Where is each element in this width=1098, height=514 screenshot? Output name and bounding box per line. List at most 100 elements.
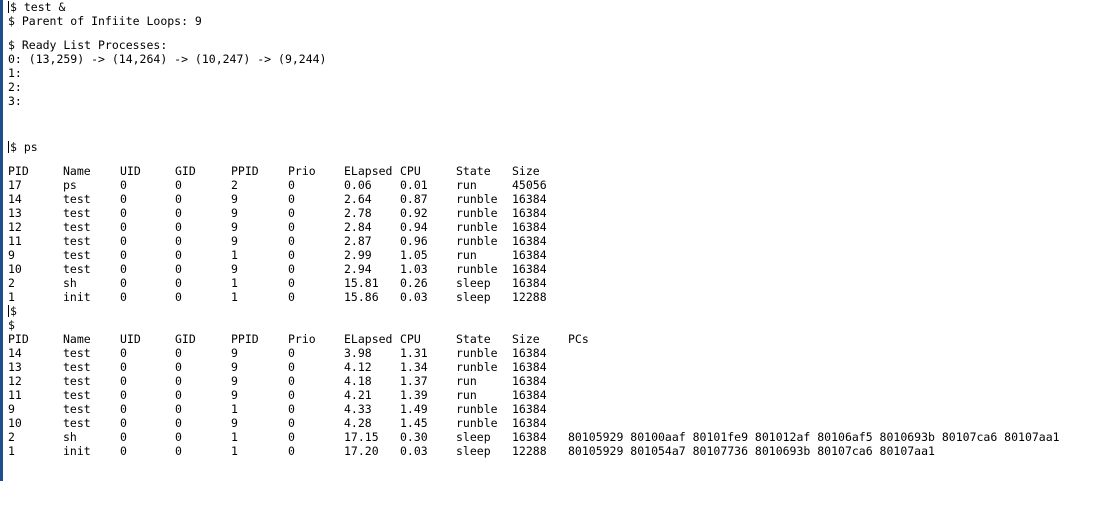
cell-elapsed: 4.21 bbox=[344, 388, 372, 402]
cell-cpu: 1.05 bbox=[400, 248, 428, 262]
col-gid: GID bbox=[175, 164, 196, 178]
cell-name: test bbox=[63, 234, 91, 248]
cell-ppid: 9 bbox=[231, 388, 238, 402]
cursor bbox=[8, 1, 9, 13]
table-row: 2 sh 0 0 1 0 17.15 0.30 sleep 16384 80105929 80100… bbox=[8, 430, 1098, 444]
cell-cpu: 1.31 bbox=[400, 346, 428, 360]
cell-gid: 0 bbox=[175, 290, 182, 304]
table-row: 1 init 0 0 1 0 15.86 0.03 sleep 12288 bbox=[8, 290, 1098, 304]
cell-pcs: 80105929 801054a7 80107736 8010693b 8010… bbox=[568, 444, 935, 458]
cell-pid: 12 bbox=[8, 374, 22, 388]
cell-cpu: 1.45 bbox=[400, 416, 428, 430]
process-table-1: PID Name UID GID PPID Prio ELapsed CPU S… bbox=[8, 164, 1098, 304]
cell-state: runble bbox=[456, 220, 498, 234]
cell-elapsed: 17.15 bbox=[344, 430, 379, 444]
cell-state: runble bbox=[456, 192, 498, 206]
cell-size: 16384 bbox=[512, 430, 547, 444]
cell-cpu: 1.49 bbox=[400, 402, 428, 416]
cell-name: test bbox=[63, 262, 91, 276]
cell-gid: 0 bbox=[175, 234, 182, 248]
table-row: 9 test 0 0 1 0 4.33 1.49 runble 16384 bbox=[8, 402, 1098, 416]
ps-command-line: $ ps bbox=[8, 140, 1098, 154]
cell-elapsed: 15.86 bbox=[344, 290, 379, 304]
col-elapsed: ELapsed bbox=[344, 332, 393, 346]
cell-size: 16384 bbox=[512, 346, 547, 360]
cell-gid: 0 bbox=[175, 388, 182, 402]
cell-size: 12288 bbox=[512, 290, 547, 304]
cell-cpu: 0.92 bbox=[400, 206, 428, 220]
col-ppid: PPID bbox=[231, 332, 259, 346]
cell-ppid: 9 bbox=[231, 262, 238, 276]
col-ppid: PPID bbox=[231, 164, 259, 178]
table-header: PID Name UID GID PPID Prio ELapsed CPU S… bbox=[8, 164, 1098, 178]
cell-pid: 10 bbox=[8, 262, 22, 276]
cell-gid: 0 bbox=[175, 430, 182, 444]
cell-ppid: 9 bbox=[231, 346, 238, 360]
cell-size: 16384 bbox=[512, 388, 547, 402]
cell-prio: 0 bbox=[288, 262, 295, 276]
table-row: 14 test 0 0 9 0 3.98 1.31 runble 16384 bbox=[8, 346, 1098, 360]
cell-pid: 9 bbox=[8, 248, 15, 262]
cell-pid: 11 bbox=[8, 234, 22, 248]
col-state: State bbox=[456, 164, 491, 178]
cell-uid: 0 bbox=[120, 430, 127, 444]
col-size: Size bbox=[512, 332, 540, 346]
cell-prio: 0 bbox=[288, 206, 295, 220]
cell-elapsed: 15.81 bbox=[344, 276, 379, 290]
cell-cpu: 1.37 bbox=[400, 374, 428, 388]
cell-uid: 0 bbox=[120, 248, 127, 262]
cell-size: 12288 bbox=[512, 444, 547, 458]
cell-ppid: 9 bbox=[231, 374, 238, 388]
ready-queue-3: 3: bbox=[8, 94, 22, 108]
table-row: 1 init 0 0 1 0 17.20 0.03 sleep 12288 80105929 801… bbox=[8, 444, 1098, 458]
cell-elapsed: 2.84 bbox=[344, 220, 372, 234]
cell-size: 16384 bbox=[512, 416, 547, 430]
cell-ppid: 9 bbox=[231, 220, 238, 234]
cursor bbox=[8, 141, 9, 153]
cell-size: 16384 bbox=[512, 220, 547, 234]
cell-prio: 0 bbox=[288, 388, 295, 402]
cell-cpu: 0.26 bbox=[400, 276, 428, 290]
cell-name: init bbox=[63, 444, 91, 458]
cell-size: 16384 bbox=[512, 402, 547, 416]
cell-elapsed: 4.18 bbox=[344, 374, 372, 388]
col-uid: UID bbox=[120, 332, 141, 346]
cell-state: run bbox=[456, 248, 477, 262]
cell-pid: 2 bbox=[8, 276, 15, 290]
cell-state: runble bbox=[456, 416, 498, 430]
cell-size: 16384 bbox=[512, 234, 547, 248]
cell-state: run bbox=[456, 388, 477, 402]
cell-ppid: 1 bbox=[231, 248, 238, 262]
cell-size: 16384 bbox=[512, 192, 547, 206]
cell-ppid: 9 bbox=[231, 360, 238, 374]
cell-uid: 0 bbox=[120, 262, 127, 276]
cell-cpu: 0.01 bbox=[400, 178, 428, 192]
table-row: 12 test 0 0 9 0 4.18 1.37 run 16384 bbox=[8, 374, 1098, 388]
cell-uid: 0 bbox=[120, 192, 127, 206]
cell-prio: 0 bbox=[288, 402, 295, 416]
cell-ppid: 1 bbox=[231, 430, 238, 444]
cell-name: sh bbox=[63, 430, 77, 444]
cell-name: test bbox=[63, 416, 91, 430]
cell-ppid: 9 bbox=[231, 234, 238, 248]
ready-queue-1: 1: bbox=[8, 66, 22, 80]
cell-gid: 0 bbox=[175, 402, 182, 416]
parent-message: $ Parent of Infiite Loops: 9 bbox=[8, 14, 202, 28]
cell-elapsed: 0.06 bbox=[344, 178, 372, 192]
cell-pid: 1 bbox=[8, 444, 15, 458]
cell-gid: 0 bbox=[175, 262, 182, 276]
cell-cpu: 0.94 bbox=[400, 220, 428, 234]
table-row: 13 test 0 0 9 0 4.12 1.34 runble 16384 bbox=[8, 360, 1098, 374]
prompt-line: $ bbox=[8, 304, 1098, 318]
cell-uid: 0 bbox=[120, 178, 127, 192]
cell-uid: 0 bbox=[120, 234, 127, 248]
terminal-output[interactable]: $ test & $ Parent of Infiite Loops: 9 $ … bbox=[8, 0, 1098, 481]
cell-prio: 0 bbox=[288, 444, 295, 458]
cell-gid: 0 bbox=[175, 416, 182, 430]
col-name: Name bbox=[63, 164, 91, 178]
cell-elapsed: 2.94 bbox=[344, 262, 372, 276]
cell-state: runble bbox=[456, 206, 498, 220]
test-command: $ test & bbox=[10, 0, 66, 14]
cell-ppid: 1 bbox=[231, 444, 238, 458]
cell-prio: 0 bbox=[288, 360, 295, 374]
